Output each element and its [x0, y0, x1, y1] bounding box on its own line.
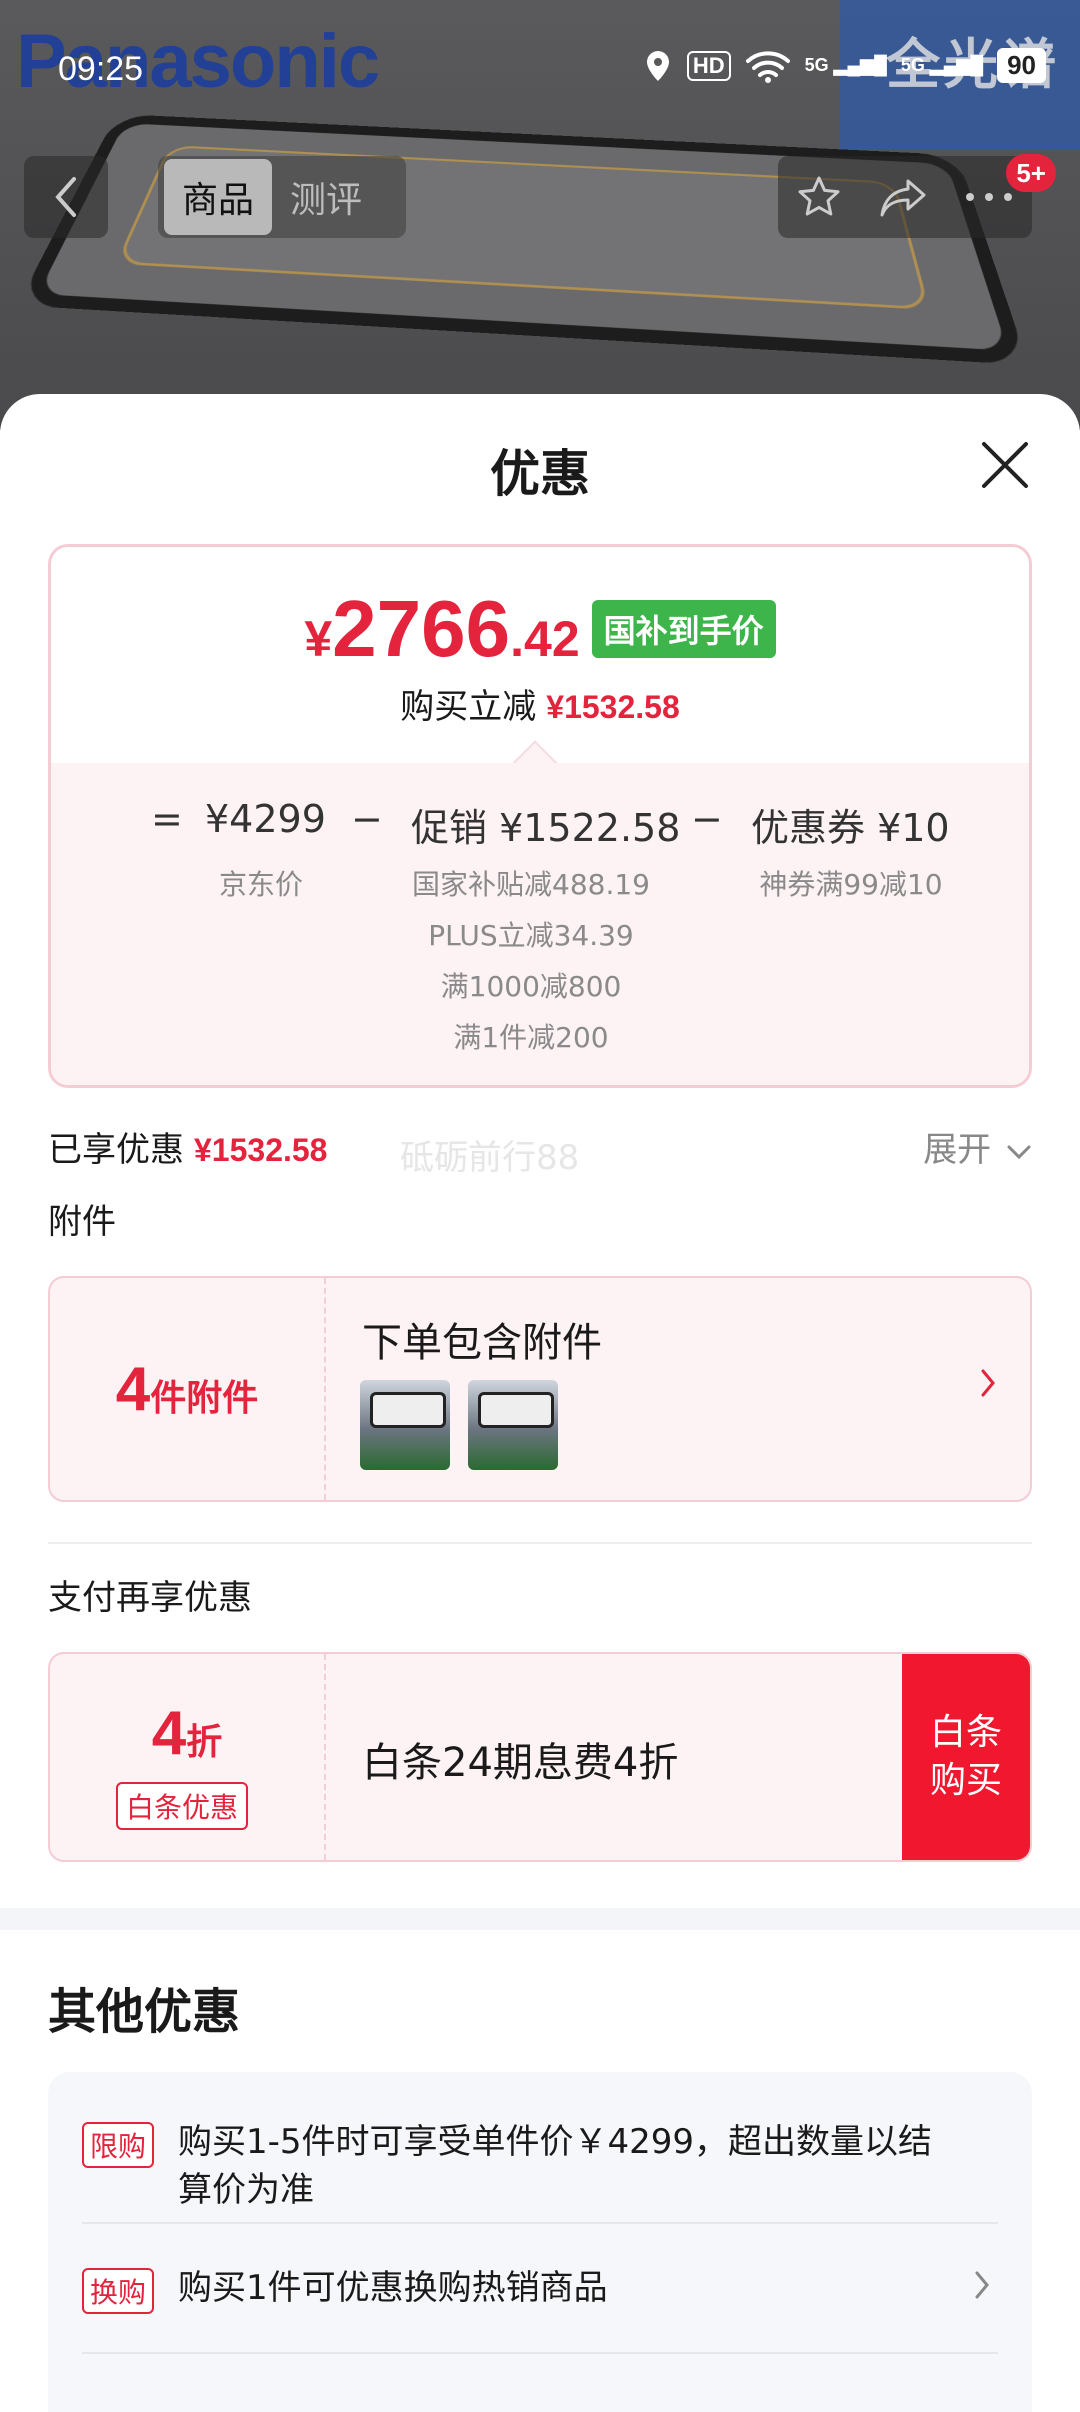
discount-value: 4折 [50, 1698, 324, 1769]
discount-number: 4 [152, 1698, 186, 1769]
more-icon[interactable] [964, 191, 1014, 203]
subsidy-price-tag: 国补到手价 [592, 600, 776, 658]
nav-actions [778, 156, 1032, 238]
offer-tag: 限购 [82, 2122, 154, 2168]
accessories-count-number: 4 [116, 1354, 150, 1425]
close-icon[interactable] [978, 438, 1032, 492]
offer-text: 购买1件可优惠换购热销商品 [178, 2264, 938, 2312]
expand-label: 展开 [923, 1130, 991, 1170]
status-time: 09:25 [58, 50, 143, 89]
price-header: ¥ 2766 .42 国补到手价 购买立减 ¥1532.58 [51, 547, 1029, 763]
price-integer: 2766 [332, 583, 510, 675]
offer-divider [82, 2222, 998, 2224]
chevron-down-icon [1006, 1143, 1032, 1161]
message-badge: 5+ [1006, 154, 1056, 192]
baitiao-chip: 白条优惠 [116, 1782, 248, 1830]
formula-minus-2: − [691, 797, 723, 841]
discount-unit: 折 [186, 1713, 222, 1765]
chevron-left-icon [52, 175, 80, 219]
tab-review[interactable]: 测评 [272, 159, 380, 235]
accessories-card[interactable]: 4 件附件 下单包含附件 [48, 1276, 1032, 1502]
coupon-line: 神券满99减10 [731, 863, 971, 903]
reduction-amount: ¥1532.58 [546, 689, 679, 725]
star-icon[interactable] [796, 174, 842, 220]
status-icons: HD 5G ▂▄▆█ 5G ▂▄▆█ 90 [643, 48, 1046, 83]
price-formula: = ¥4299 − 促销 ¥1522.58 − 优惠券 ¥10 京东价 国家补贴… [51, 763, 1029, 1088]
jd-price: ¥4299 [205, 797, 326, 841]
reduction-label: 购买立减 [400, 687, 536, 727]
promo-line-plus: PLUS立减34.39 [381, 914, 681, 954]
nav-tabs: 商品 测评 [158, 156, 406, 238]
accessory-thumbnail[interactable] [468, 1380, 558, 1470]
pay-section-label: 支付再享优惠 [48, 1570, 252, 1619]
ceiling-lamp-image [17, 114, 1029, 365]
price-breakdown-card: ¥ 2766 .42 国补到手价 购买立减 ¥1532.58 = ¥4299 − … [48, 544, 1032, 1088]
status-bar: 09:25 HD 5G ▂▄▆█ 5G ▂▄▆█ 90 [0, 44, 1080, 94]
sheet-title: 优惠 [0, 434, 1080, 506]
wifi-icon [745, 49, 791, 83]
baitiao-card: 4折 白条优惠 白条24期息费4折 白条 购买 [48, 1652, 1032, 1862]
accessory-thumbnail[interactable] [360, 1380, 450, 1470]
discount-sheet: 优惠 ¥ 2766 .42 国补到手价 购买立减 ¥1532.58 = ¥4299… [0, 394, 1080, 2412]
tab-product[interactable]: 商品 [164, 159, 272, 235]
baitiao-buy-button[interactable]: 白条 购买 [902, 1654, 1030, 1860]
signal-icon-2: 5G ▂▄▆█ [901, 55, 983, 76]
jd-price-label: 京东价 [181, 863, 341, 903]
other-offers-title: 其他优惠 [48, 1972, 240, 2042]
section-divider [48, 1542, 1032, 1544]
section-gap [0, 1908, 1080, 1930]
chevron-right-icon [974, 2270, 990, 2300]
promo-line-full-reduction: 满1000减800 [381, 965, 681, 1005]
other-offers-card: 限购 购买1-5件时可享受单件价￥4299，超出数量以结算价为准 换购 购买1件… [48, 2072, 1032, 2412]
formula-equals: = [151, 797, 183, 841]
chevron-right-icon [980, 1368, 996, 1398]
instant-reduction: 购买立减 ¥1532.58 [51, 679, 1029, 728]
coupon-total: 优惠券 ¥10 [751, 797, 950, 852]
battery-indicator: 90 [997, 48, 1046, 83]
location-icon [643, 49, 673, 83]
promo-line-per-item: 满1件减200 [381, 1016, 681, 1056]
hd-icon: HD [687, 51, 731, 81]
buy-button-line1: 白条 [930, 1709, 1002, 1757]
formula-minus-1: − [351, 797, 383, 841]
baitiao-offer-text: 白条24期息费4折 [362, 1730, 678, 1788]
offer-text: 购买1-5件时可享受单件价￥4299，超出数量以结算价为准 [178, 2118, 938, 2214]
accessories-title: 下单包含附件 [362, 1310, 602, 1368]
share-icon[interactable] [878, 175, 928, 219]
signal-icon-1: 5G ▂▄▆█ [805, 55, 887, 76]
final-price: ¥ 2766 .42 国补到手价 [51, 583, 1029, 675]
expand-button[interactable]: 展开 [923, 1122, 1032, 1171]
baitiao-discount: 4折 白条优惠 [50, 1654, 326, 1860]
accessories-count: 4 件附件 [50, 1278, 326, 1500]
applied-amount: ¥1532.58 [194, 1132, 327, 1168]
top-navbar: 商品 测评 [0, 156, 1080, 238]
promo-line-subsidy: 国家补贴减488.19 [381, 863, 681, 903]
accessories-section-label: 附件 [48, 1194, 116, 1243]
watermark-text: 砥砺前行88 [400, 1130, 579, 1179]
back-button[interactable] [24, 156, 108, 238]
price-decimal: .42 [510, 610, 580, 668]
offer-divider [82, 2352, 998, 2354]
offer-tag: 换购 [82, 2268, 154, 2314]
applied-label: 已享优惠 [48, 1130, 184, 1170]
price-currency: ¥ [304, 610, 332, 668]
accessories-count-unit: 件附件 [150, 1369, 258, 1421]
promo-total: 促销 ¥1522.58 [411, 797, 680, 852]
buy-button-line2: 购买 [930, 1757, 1002, 1805]
